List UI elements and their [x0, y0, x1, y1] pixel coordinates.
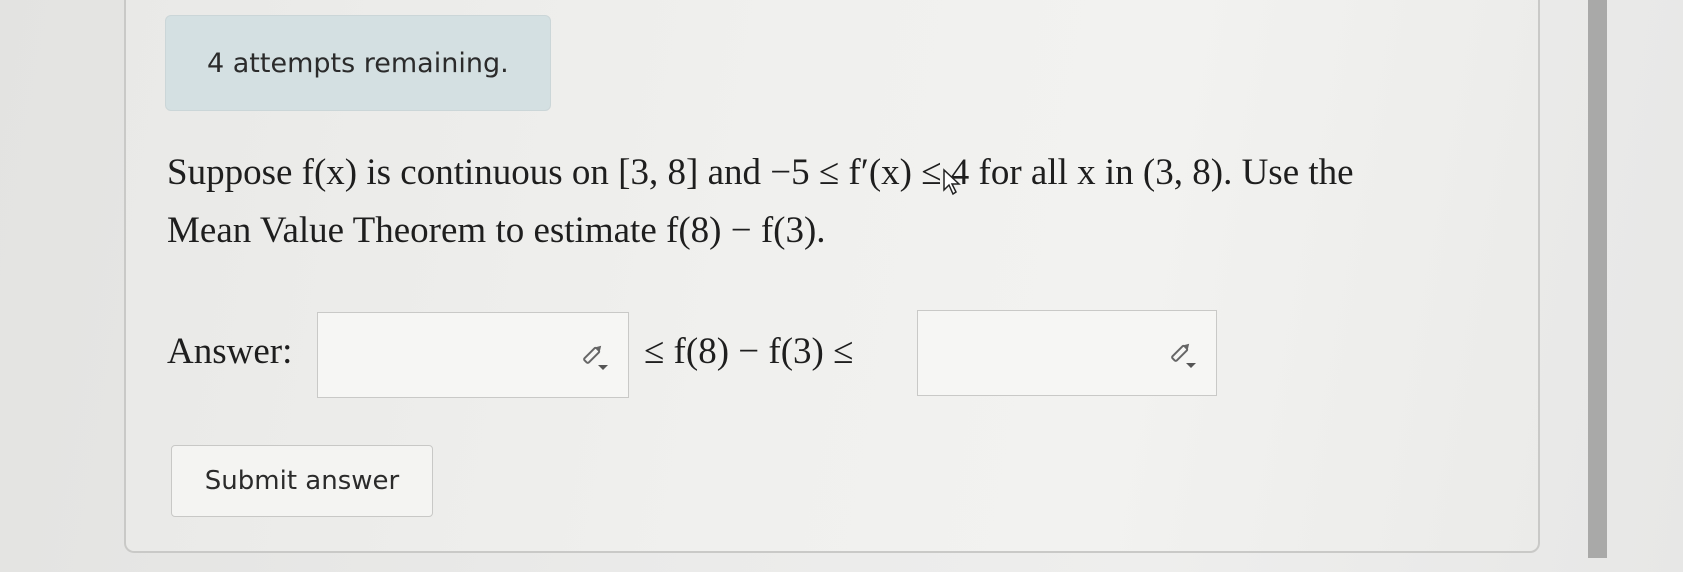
submit-answer-button[interactable]: Submit answer [171, 445, 433, 517]
answer-label: Answer: [167, 331, 293, 372]
upper-bound-field[interactable] [917, 310, 1217, 396]
edit-pencil-icon[interactable] [1168, 339, 1198, 369]
question-line-1: Suppose f(x) is continuous on [3, 8] and… [167, 152, 1354, 193]
inequality-expression: ≤ f(8) − f(3) ≤ [644, 331, 854, 372]
edit-pencil-icon[interactable] [580, 341, 610, 371]
attempts-remaining-text: 4 attempts remaining. [207, 48, 509, 79]
question-line-2: Mean Value Theorem to estimate f(8) − f(… [167, 210, 826, 251]
question-text: Suppose f(x) is continuous on [3, 8] and… [167, 144, 1487, 260]
attempts-banner: 4 attempts remaining. [165, 15, 551, 111]
mouse-cursor-icon [943, 168, 961, 196]
scrollbar[interactable] [1588, 0, 1607, 558]
lower-bound-field[interactable] [317, 312, 629, 398]
